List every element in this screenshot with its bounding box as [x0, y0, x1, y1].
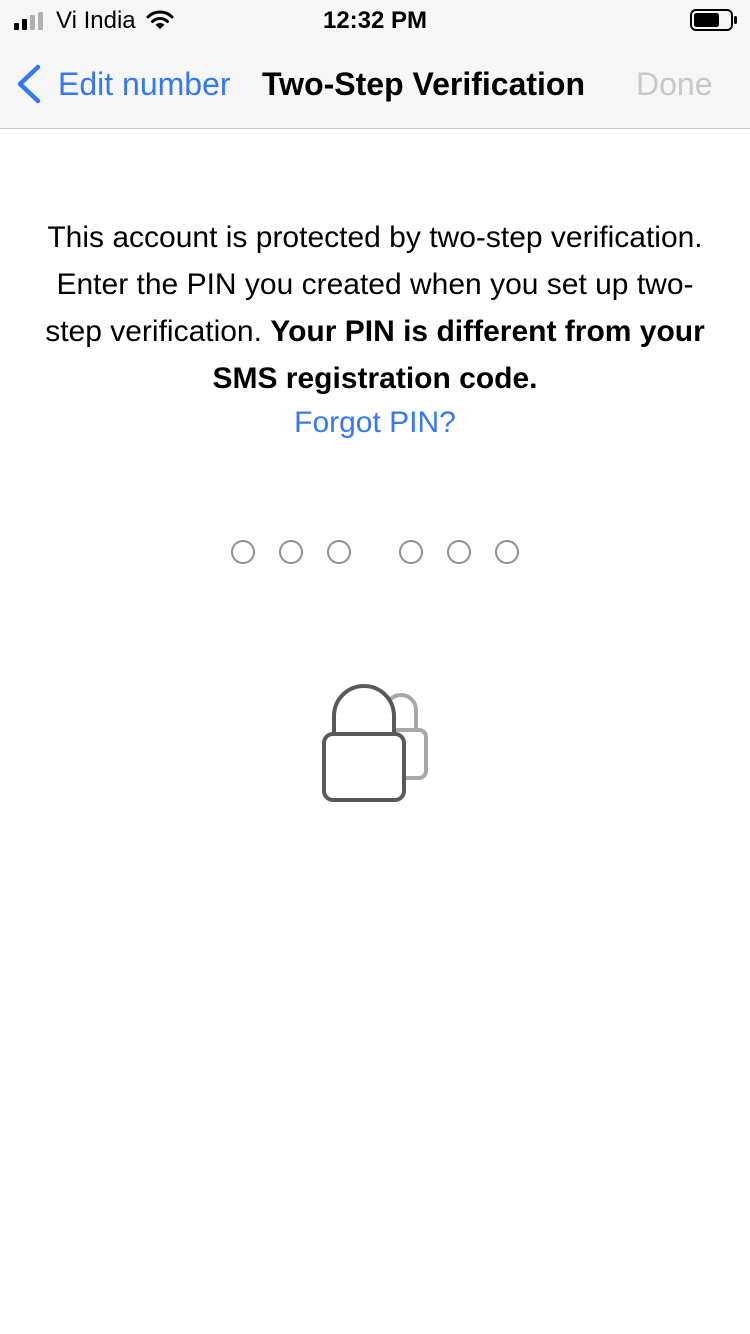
- back-button-label: Edit number: [58, 66, 231, 102]
- pin-digit-5: [447, 540, 471, 564]
- instructions-text: This account is protected by two-step ve…: [40, 214, 710, 402]
- lock-icon: [322, 684, 428, 802]
- back-button[interactable]: Edit number: [14, 62, 231, 106]
- pin-digit-6: [495, 540, 519, 564]
- battery-icon: [690, 9, 737, 31]
- status-time: 12:32 PM: [322, 7, 428, 34]
- chevron-left-icon: [17, 64, 41, 104]
- pin-digit-2: [279, 540, 303, 564]
- done-button[interactable]: Done: [636, 64, 713, 104]
- forgot-pin-link-row: Forgot PIN?: [0, 403, 750, 443]
- navigation-bar: Edit number Two-Step Verification Done: [0, 42, 750, 129]
- pin-digit-1: [231, 540, 255, 564]
- forgot-pin-link[interactable]: Forgot PIN?: [294, 406, 456, 439]
- pin-digit-4: [399, 540, 423, 564]
- pin-digit-3: [327, 540, 351, 564]
- pin-entry[interactable]: [0, 540, 750, 564]
- page-title: Two-Step Verification: [262, 66, 585, 102]
- instructions-bold: Your PIN is different from your SMS regi…: [212, 315, 705, 395]
- status-bar: Vi India 12:32 PM: [0, 0, 750, 42]
